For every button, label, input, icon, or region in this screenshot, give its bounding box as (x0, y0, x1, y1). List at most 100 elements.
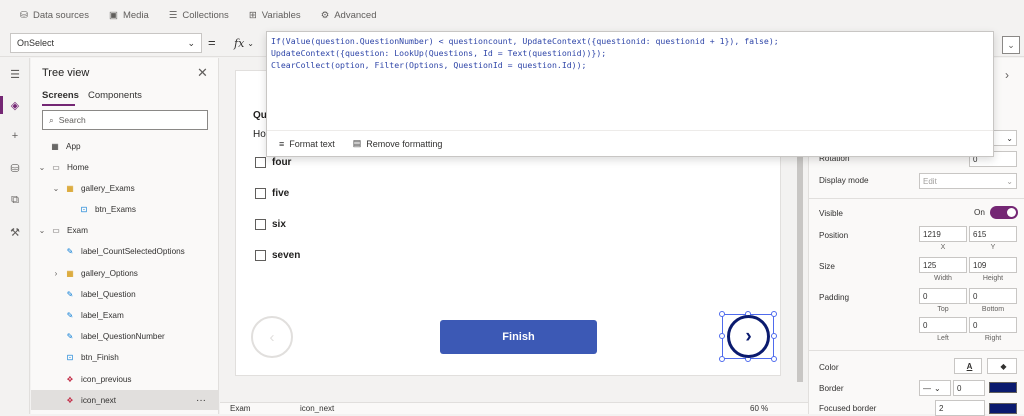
x-input[interactable]: 1219 (919, 226, 967, 242)
fx-button[interactable]: fx ⌄ (228, 33, 266, 53)
remove-formatting-icon: ▤ (352, 138, 362, 148)
tree-item[interactable]: ⊡ btn_Exams (31, 199, 218, 219)
search-input[interactable]: ⌕ Search (42, 110, 208, 130)
focused-border-color-swatch[interactable] (989, 403, 1017, 414)
formula-editor[interactable]: If(Value(question.QuestionNumber) < ques… (266, 31, 994, 157)
fill-color-button[interactable]: ◆ (987, 358, 1017, 374)
resize-handle[interactable] (771, 311, 777, 317)
left-caption: Left (937, 335, 949, 342)
label-icon: ✎ (66, 289, 74, 299)
finish-button[interactable]: Finish (440, 320, 597, 354)
tree-item[interactable]: ✎ label_CountSelectedOptions (31, 242, 218, 262)
format-text-button[interactable]: ≡ Format text (279, 139, 335, 149)
menu-collections[interactable]: ☰ Collections (169, 10, 229, 21)
control-crumb[interactable]: icon_next (300, 404, 334, 413)
tree-item-label: Exam (67, 226, 88, 236)
padding-right-input[interactable]: 0 (969, 317, 1017, 333)
close-icon[interactable]: ✕ (197, 65, 208, 81)
code-line: ClearCollect(option, Filter(Options, Que… (271, 60, 587, 70)
database-icon: ⛁ (20, 9, 28, 21)
tree-item[interactable]: › ▦ gallery_Options (31, 263, 218, 283)
resize-handle[interactable] (771, 356, 777, 362)
menu-advanced[interactable]: ⚙ Advanced (321, 10, 377, 21)
tree-item[interactable]: ⌄ ▦ gallery_Exams (31, 178, 218, 198)
tree-item-app[interactable]: ▦ App (31, 136, 218, 156)
tree-item-label: label_QuestionNumber (81, 332, 165, 342)
gallery-icon: ▦ (66, 268, 74, 278)
equals-sign: = (208, 35, 216, 50)
next-icon[interactable]: › (727, 315, 770, 358)
previous-icon[interactable]: ‹ (251, 316, 293, 358)
icon-control-icon: ❖ (66, 395, 74, 405)
label-question-sub[interactable]: Ho (253, 129, 266, 140)
tree-item[interactable]: ✎ label_Exam (31, 305, 218, 325)
fx-icon: fx (234, 36, 245, 50)
layers-icon[interactable]: ◈ (7, 97, 23, 113)
chevron-right-icon[interactable]: › (1005, 68, 1009, 82)
format-text-icon: ≡ (279, 138, 285, 149)
media-rail-icon[interactable]: ⧉ (7, 192, 23, 208)
display-mode-label: Display mode (819, 176, 869, 185)
tree-item[interactable]: ⊡ btn_Finish (31, 348, 218, 368)
padding-top-input[interactable]: 0 (919, 288, 967, 304)
size-label: Size (819, 262, 835, 271)
resize-handle[interactable] (771, 333, 777, 339)
search-icon: ⌕ (49, 114, 54, 125)
width-caption: Width (934, 275, 952, 282)
tree-item[interactable]: ✎ label_Question (31, 284, 218, 304)
tools-icon[interactable]: ⚒ (7, 224, 23, 240)
option-checkbox[interactable]: five (255, 188, 289, 199)
tree-item[interactable]: ❖ icon_next ··· (31, 390, 218, 411)
button-icon: ⊡ (66, 353, 74, 363)
icon-control-icon: ❖ (66, 374, 74, 384)
screen-icon: ▭ (52, 162, 60, 172)
expand-formula-button[interactable]: ⌄ (1002, 36, 1020, 54)
formula-code[interactable]: If(Value(question.QuestionNumber) < ques… (267, 32, 993, 74)
tree-item[interactable]: ⌄ ▭ Home (31, 157, 218, 177)
padding-left-input[interactable]: 0 (919, 317, 967, 333)
menu-media[interactable]: ▣ Media (109, 10, 149, 21)
tab-components[interactable]: Components (88, 90, 142, 101)
screen-crumb[interactable]: Exam (230, 404, 250, 413)
chevron-down-icon[interactable]: ⌄ (51, 184, 61, 193)
label-question[interactable]: Qu (253, 110, 267, 121)
resize-handle[interactable] (719, 356, 725, 362)
menu-variables[interactable]: ⊞ Variables (249, 10, 301, 21)
chevron-down-icon[interactable]: ⌄ (37, 226, 47, 235)
tree-item[interactable]: ⌄ ▭ Exam (31, 221, 218, 241)
hamburger-icon[interactable]: ☰ (7, 66, 23, 82)
chevron-down-icon: ⌄ (187, 37, 195, 48)
database-icon[interactable]: ⛁ (7, 160, 23, 176)
border-style-dropdown[interactable]: — ⌄ (919, 380, 951, 396)
resize-handle[interactable] (719, 311, 725, 317)
width-input[interactable]: 125 (919, 257, 967, 273)
border-width-input[interactable]: 0 (953, 380, 985, 396)
plus-icon[interactable]: + (7, 128, 23, 144)
tab-screens[interactable]: Screens (42, 90, 79, 101)
option-checkbox[interactable]: seven (255, 250, 300, 261)
font-color-button[interactable]: A (954, 358, 982, 374)
chevron-down-icon[interactable]: ⌄ (37, 163, 47, 172)
display-mode-dropdown[interactable]: Edit ⌄ (919, 173, 1017, 189)
more-options-icon[interactable]: ··· (196, 395, 206, 406)
bottom-caption: Bottom (981, 306, 1005, 313)
visible-toggle[interactable] (990, 206, 1018, 219)
option-checkbox[interactable]: four (255, 157, 291, 168)
chevron-right-icon[interactable]: › (51, 269, 61, 278)
padding-bottom-input[interactable]: 0 (969, 288, 1017, 304)
remove-formatting-button[interactable]: ▤ Remove formatting (353, 138, 443, 149)
variables-icon: ⊞ (248, 9, 257, 21)
height-input[interactable]: 109 (969, 257, 1017, 273)
property-dropdown[interactable]: OnSelect ⌄ (10, 33, 202, 53)
label-icon: ✎ (66, 247, 74, 257)
resize-handle[interactable] (719, 333, 725, 339)
border-color-swatch[interactable] (989, 382, 1017, 393)
menu-data-sources[interactable]: ⛁ Data sources (20, 10, 89, 21)
tree-item[interactable]: ❖ icon_previous (31, 369, 218, 389)
chevron-down-icon: ⌄ (934, 383, 941, 393)
tree-item[interactable]: ✎ label_QuestionNumber (31, 327, 218, 347)
checkbox-icon (255, 157, 266, 168)
option-checkbox[interactable]: six (255, 219, 286, 230)
y-input[interactable]: 615 (969, 226, 1017, 242)
chevron-down-icon: ⌄ (247, 38, 254, 48)
